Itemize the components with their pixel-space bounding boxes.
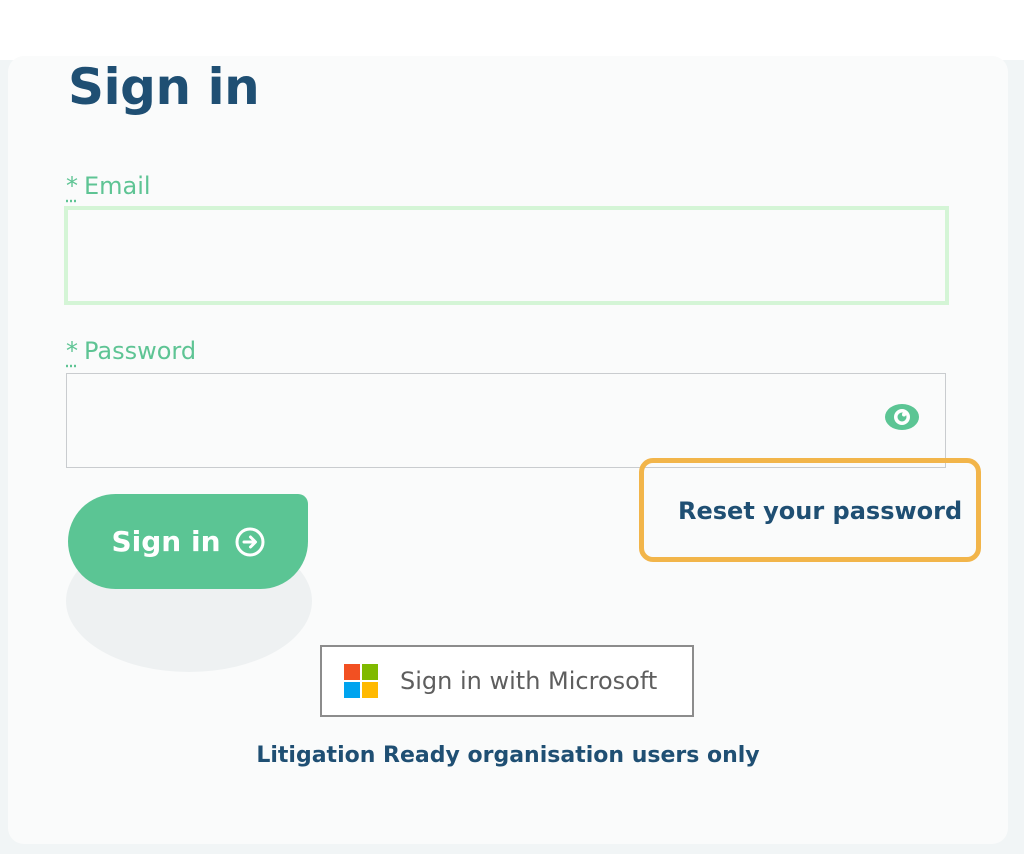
email-label-text: Email — [84, 172, 151, 200]
password-label-text: Password — [84, 337, 197, 365]
reset-password-link[interactable]: Reset your password — [678, 497, 962, 525]
microsoft-logo-icon — [344, 664, 378, 698]
page-background-top — [0, 0, 1024, 60]
email-field[interactable] — [64, 206, 949, 305]
email-label: * Email — [66, 172, 151, 200]
page-title: Sign in — [68, 58, 260, 116]
sign-in-button-label: Sign in — [111, 525, 221, 558]
password-label: * Password — [66, 337, 196, 365]
microsoft-sign-in-label: Sign in with Microsoft — [400, 667, 658, 695]
organisation-notice: Litigation Ready organisation users only — [256, 743, 760, 768]
required-mark: * — [66, 172, 78, 200]
sign-in-button[interactable]: Sign in — [68, 494, 308, 589]
microsoft-sign-in-button[interactable]: Sign in with Microsoft — [320, 645, 694, 717]
arrow-right-circle-icon — [235, 527, 265, 557]
required-mark: * — [66, 337, 78, 365]
password-field[interactable] — [66, 373, 946, 468]
eye-icon[interactable] — [884, 402, 920, 432]
